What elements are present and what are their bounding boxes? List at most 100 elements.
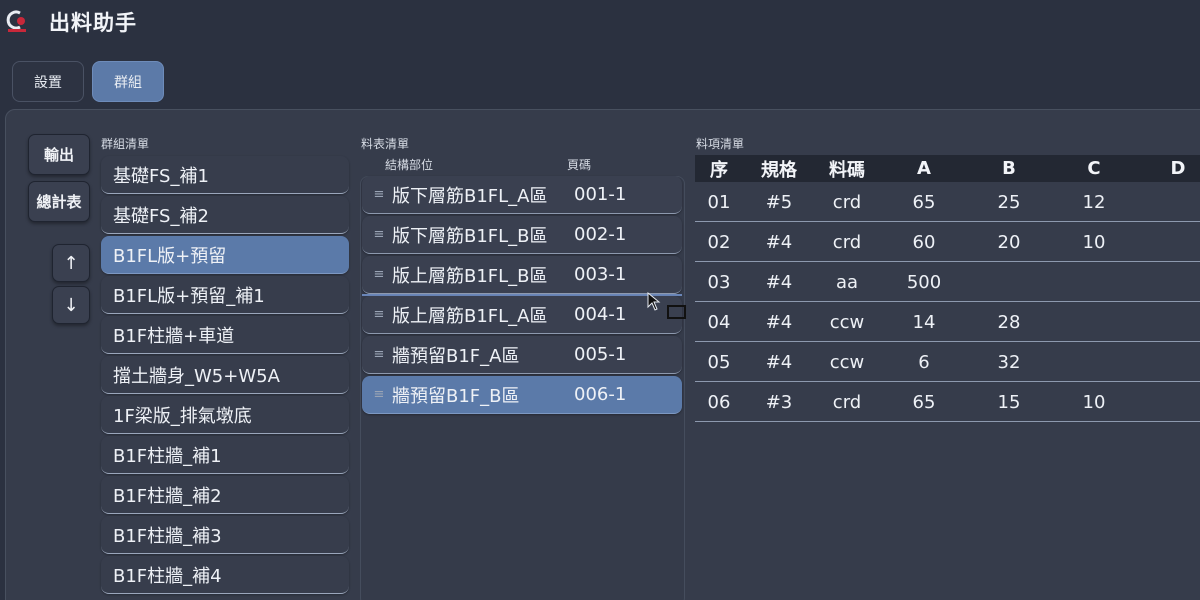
drag-handle-icon[interactable]: ≡ (362, 267, 392, 282)
move-down-button[interactable]: ↓ (52, 286, 90, 324)
table-row[interactable]: 06 #3 crd 65 15 10 (695, 382, 1200, 422)
move-up-button[interactable]: ↑ (52, 244, 90, 282)
cell-spec: #4 (765, 231, 793, 253)
sheet-col-part: 結構部位 (385, 158, 434, 172)
cell-seq: 01 (707, 191, 731, 213)
sheet-item[interactable]: ≡ 版上層筋B1FL_A區 004-1 (362, 296, 682, 334)
sheet-page: 006-1 (574, 384, 627, 405)
group-item[interactable]: B1F柱牆_補1 (101, 436, 349, 474)
table-row[interactable]: 02 #4 crd 60 20 10 (695, 222, 1200, 262)
summary-table-button[interactable]: 總計表 (28, 181, 90, 222)
col-header[interactable]: B (980, 155, 1038, 182)
tab-group[interactable]: 群組 (92, 61, 164, 102)
cell-d (1149, 302, 1200, 342)
cell-a: 500 (906, 271, 942, 293)
cell-d (1149, 262, 1200, 302)
sheet-list-label: 料表清單 (361, 137, 410, 151)
cell-a: 65 (912, 391, 936, 413)
sheet-name: 版下層筋B1FL_B區 (392, 225, 548, 247)
group-item[interactable]: B1F柱牆_補3 (101, 516, 349, 554)
cell-spec: #4 (765, 351, 793, 373)
cell-seq: 05 (707, 351, 731, 373)
drag-handle-icon[interactable]: ≡ (362, 347, 392, 362)
drag-handle-icon[interactable]: ≡ (362, 227, 392, 242)
drag-handle-icon[interactable]: ≡ (362, 187, 392, 202)
group-item[interactable]: B1F柱牆_補4 (101, 556, 349, 594)
col-header[interactable]: C (1065, 155, 1123, 182)
cell-code: ccw (829, 311, 865, 333)
tab-settings[interactable]: 設置 (12, 61, 84, 102)
group-item[interactable]: 1F梁版_排氣墩底 (101, 396, 349, 434)
sheet-item[interactable]: ≡ 版上層筋B1FL_B區 003-1 (362, 256, 682, 294)
cell-seq: 03 (707, 271, 731, 293)
cell-d (1149, 182, 1200, 222)
group-list: 基礎FS_補1 基礎FS_補2 B1FL版+預留 B1FL版+預留_補1 B1F… (101, 156, 349, 600)
col-header[interactable]: A (895, 155, 953, 182)
cell-a: 60 (912, 231, 936, 253)
drag-handle-icon[interactable]: ≡ (362, 307, 392, 322)
cell-code: aa (835, 271, 859, 293)
group-item[interactable]: B1F柱牆_補2 (101, 476, 349, 514)
sheet-page: 005-1 (574, 344, 627, 365)
cell-spec: #3 (765, 391, 793, 413)
group-item[interactable]: B1F柱牆+車道 (101, 316, 349, 354)
table-row[interactable]: 01 #5 crd 65 25 12 (695, 182, 1200, 222)
cell-spec: #5 (765, 191, 793, 213)
group-item[interactable]: B1FL版+預留_補1 (101, 276, 349, 314)
cell-b: 32 (997, 351, 1021, 373)
sheet-item[interactable]: ≡ 版下層筋B1FL_A區 001-1 (362, 176, 682, 214)
cell-c: 12 (1082, 191, 1106, 213)
cell-d (1149, 222, 1200, 262)
cell-c (1065, 342, 1123, 382)
sheet-name: 牆預留B1F_A區 (392, 345, 520, 367)
group-item[interactable]: 擋土牆身_W5+W5A (101, 356, 349, 394)
group-item[interactable]: 基礎FS_補2 (101, 196, 349, 234)
col-header[interactable]: D (1149, 155, 1200, 182)
cell-c: 10 (1082, 391, 1106, 413)
col-header[interactable]: 料碼 (816, 155, 878, 182)
group-item-selected[interactable]: B1FL版+預留 (101, 236, 349, 274)
drag-handle-icon[interactable]: ≡ (362, 387, 392, 402)
sheet-page: 001-1 (574, 184, 627, 205)
cell-b: 25 (997, 191, 1021, 213)
col-header[interactable]: 序 (695, 155, 743, 182)
cell-code: crd (832, 231, 862, 253)
cell-d (1149, 342, 1200, 382)
sheet-name: 版上層筋B1FL_B區 (392, 265, 548, 287)
cell-c (1065, 262, 1123, 302)
cell-a: 14 (912, 311, 936, 333)
sheet-col-page: 頁碼 (567, 158, 592, 172)
sheet-name: 版下層筋B1FL_A區 (392, 185, 548, 207)
group-item[interactable]: 基礎FS_補1 (101, 156, 349, 194)
table-row[interactable]: 04 #4 ccw 14 28 (695, 302, 1200, 342)
item-table: 序 規格 料碼 A B C D 01 #5 crd 65 25 12 02 #4… (695, 155, 1200, 600)
cell-seq: 02 (707, 231, 731, 253)
cell-code: crd (832, 191, 862, 213)
cell-a: 6 (918, 351, 930, 373)
export-button[interactable]: 輸出 (28, 134, 90, 175)
cell-a: 65 (912, 191, 936, 213)
cell-b: 20 (997, 231, 1021, 253)
app-title: 出料助手 (49, 11, 137, 35)
col-header[interactable]: 規格 (750, 155, 808, 182)
cell-code: ccw (829, 351, 865, 373)
sheet-item[interactable]: ≡ 版下層筋B1FL_B區 002-1 (362, 216, 682, 254)
cell-c: 10 (1082, 231, 1106, 253)
table-header: 序 規格 料碼 A B C D (695, 155, 1200, 182)
sheet-name: 牆預留B1F_B區 (392, 385, 520, 407)
cell-c (1065, 302, 1123, 342)
cell-seq: 06 (707, 391, 731, 413)
table-row[interactable]: 05 #4 ccw 6 32 (695, 342, 1200, 382)
sheet-item[interactable]: ≡ 牆預留B1F_A區 005-1 (362, 336, 682, 374)
sheet-item-selected[interactable]: ≡ 牆預留B1F_B區 006-1 (362, 376, 682, 414)
sheet-page: 002-1 (574, 224, 627, 245)
item-list-label: 料項清單 (696, 137, 745, 151)
cell-code: crd (832, 391, 862, 413)
sheet-page: 004-1 (574, 304, 627, 325)
arrow-down-icon: ↓ (63, 294, 79, 316)
cell-seq: 04 (707, 311, 731, 333)
arrow-up-icon: ↑ (63, 252, 79, 274)
title-bar: 出料助手 (0, 0, 1200, 44)
table-row[interactable]: 03 #4 aa 500 (695, 262, 1200, 302)
cell-b: 28 (997, 311, 1021, 333)
